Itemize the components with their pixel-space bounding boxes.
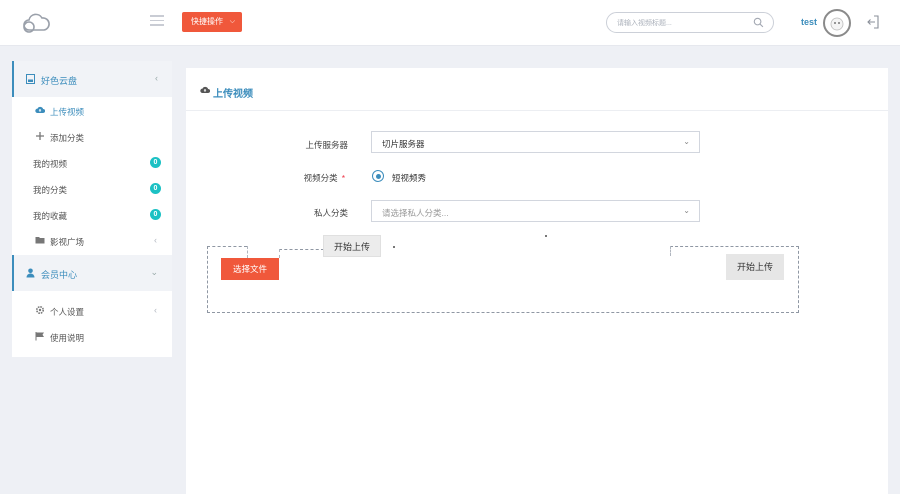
sidebar-item-label: 影视广场 [50,237,85,247]
category-radio-label[interactable]: 短视频秀 [392,172,426,184]
upload-cloud-icon [200,86,210,93]
server-select[interactable]: 切片服务器 ⌄ [371,131,700,153]
search-box [606,12,774,33]
dropzone-border [247,246,248,258]
required-mark: * [341,173,345,183]
dropzone-border [670,246,671,256]
chevron-left-icon: ‹ [154,235,157,245]
upload-cloud-icon [35,106,45,113]
chevron-left-icon: ‹ [154,305,157,315]
sidebar-item-label: 使用说明 [50,333,85,343]
sidebar: 好色云盘 ‹ 上传视频 添加分类 我的视频 0 我的分类 0 我的收藏 0 影视… [12,61,172,357]
chevron-down-icon: ⌄ [683,137,690,146]
sidebar-group-label: 好色云盘 [41,76,78,86]
private-category-label: 私人分类 [313,208,348,218]
search-input[interactable] [617,16,747,30]
category-label: 视频分类 * [245,172,345,184]
avatar-icon [830,17,844,31]
sidebar-item-upload-video[interactable]: 上传视频 [12,97,172,123]
folder-icon [35,237,45,244]
artifact-dot [545,235,547,237]
category-radio[interactable] [372,170,384,182]
username[interactable]: test [801,17,817,27]
sidebar-group-cloud-disk[interactable]: 好色云盘 ‹ [12,61,172,97]
start-upload-button[interactable]: 开始上传 [323,235,381,257]
sidebar-item-instructions[interactable]: 使用说明 [12,323,172,349]
server-select-value: 切片服务器 [382,139,425,149]
sidebar-item-label: 上传视频 [50,107,85,117]
sidebar-item-label: 添加分类 [50,133,85,143]
sidebar-item-personal-settings[interactable]: 个人设置 ‹ [12,297,172,323]
chevron-down-icon: ⌄ [150,267,158,277]
page-title: 上传视频 [213,89,253,100]
dropzone-border [670,246,799,247]
choose-file-button[interactable]: 选择文件 [221,258,279,280]
dropzone-border [279,249,324,250]
panel-header: 上传视频 [186,68,888,111]
search-icon[interactable] [753,17,764,28]
sidebar-item-label: 我的视频 [33,159,68,169]
private-category-placeholder: 请选择私人分类... [382,208,449,218]
user-icon [26,268,35,278]
count-badge: 0 [150,183,161,194]
sidebar-item-label: 我的收藏 [33,211,68,221]
sidebar-item-label: 个人设置 [50,307,85,317]
sidebar-group-member-center[interactable]: 会员中心 ⌄ [12,255,172,291]
sidebar-item-my-videos[interactable]: 我的视频 0 [12,149,172,175]
gear-icon [35,305,45,315]
menu-icon[interactable] [150,15,164,27]
avatar[interactable] [823,9,851,37]
sidebar-item-video-square[interactable]: 影视广场 ‹ [12,227,172,253]
artifact-dot [393,246,395,248]
category-label-text: 视频分类 [303,173,338,183]
sidebar-item-my-categories[interactable]: 我的分类 0 [12,175,172,201]
logout-icon[interactable] [866,15,879,29]
sidebar-group-label: 会员中心 [41,270,78,280]
plus-icon [36,132,44,140]
sidebar-item-my-favorites[interactable]: 我的收藏 0 [12,201,172,227]
cloud-logo-icon[interactable] [20,11,52,35]
quick-action-label: 快捷操作 [191,17,223,26]
flag-icon [35,332,44,341]
chevron-left-icon: ‹ [155,73,158,83]
top-bar: 快捷操作 ⌵ test [0,0,900,46]
quick-action-button[interactable]: 快捷操作 ⌵ [182,12,242,32]
count-badge: 0 [150,157,161,168]
start-upload-button-secondary[interactable]: 开始上传 [726,254,784,280]
chevron-down-icon: ⌄ [683,206,690,215]
disk-icon [26,74,35,84]
main-panel: 上传视频 上传服务器 切片服务器 ⌄ 视频分类 * 短视频秀 私人分类 请选择私人… [186,68,888,494]
sidebar-item-label: 我的分类 [33,185,68,195]
dropzone-border [207,246,247,247]
dropzone-border [279,249,280,258]
chevron-down-icon: ⌵ [229,18,235,25]
upload-dropzone[interactable] [207,246,799,313]
server-label: 上传服务器 [305,140,348,150]
private-category-select[interactable]: 请选择私人分类... ⌄ [371,200,700,222]
sidebar-item-add-category[interactable]: 添加分类 [12,123,172,149]
count-badge: 0 [150,209,161,220]
